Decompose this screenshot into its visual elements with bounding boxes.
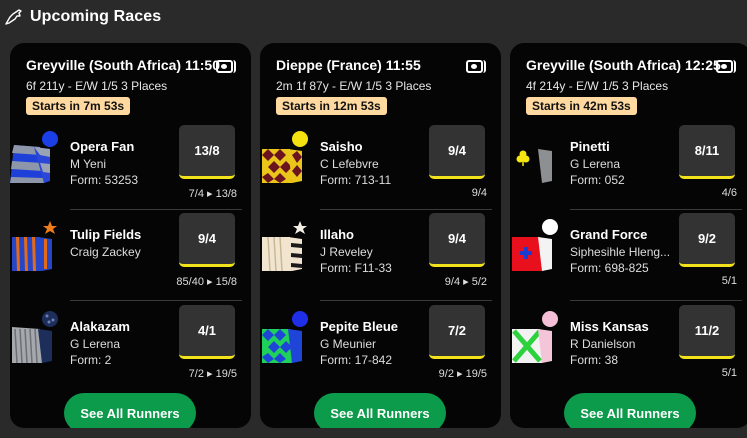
live-stream-icon[interactable]: [216, 60, 236, 73]
odds-button[interactable]: 11/2: [679, 305, 735, 359]
race-card[interactable]: Greyville (South Africa) 11:50 6f 211y -…: [10, 43, 251, 428]
jockey-name: C Lefebvre: [320, 157, 379, 171]
see-all-runners-button[interactable]: See All Runners: [314, 393, 446, 428]
jockey-silk-icon: [262, 311, 308, 363]
odds-button[interactable]: 4/1: [179, 305, 235, 359]
runner-form: Form: 052: [570, 173, 625, 187]
odds-history: 4/6: [721, 187, 737, 199]
runner-row[interactable]: Grand Force Siphesihle Hleng... Form: 69…: [510, 211, 747, 297]
starts-in-badge: Starts in 7m 53s: [26, 97, 131, 115]
odds-button[interactable]: 9/4: [179, 213, 235, 267]
runner-row[interactable]: Saisho C Lefebvre Form: 713-11 9/4 9/4: [260, 123, 501, 209]
divider: [320, 209, 492, 210]
runner-name: Saisho: [320, 139, 363, 154]
divider: [70, 300, 242, 301]
live-stream-icon[interactable]: [466, 60, 486, 73]
starts-in-badge: Starts in 12m 53s: [276, 97, 387, 115]
runner-form: Form: 713-11: [320, 173, 392, 187]
odds-history: 7/2 ▸ 19/5: [188, 368, 237, 380]
race-info: 4f 214y - E/W 1/5 3 Places: [526, 79, 669, 93]
odds-history: 9/4: [471, 187, 487, 199]
divider: [570, 300, 742, 301]
see-all-runners-button[interactable]: See All Runners: [564, 393, 696, 428]
odds-history: 5/1: [721, 275, 737, 287]
jockey-name: Craig Zackey: [70, 245, 141, 259]
races-carousel: Greyville (South Africa) 11:50 6f 211y -…: [0, 43, 747, 438]
jockey-silk-icon: [12, 311, 58, 364]
jockey-silk-icon: [10, 131, 58, 183]
race-title[interactable]: Greyville (South Africa) 11:50: [26, 57, 220, 73]
odds-history: 85/40 ▸ 15/8: [176, 276, 237, 288]
runner-row[interactable]: Pepite Bleue G Meunier Form: 17-842 7/2 …: [260, 303, 501, 389]
jockey-silk-icon: [262, 131, 308, 183]
jockey-name: J Reveley: [320, 245, 373, 259]
runner-row[interactable]: Tulip Fields Craig Zackey 9/4 85/40 ▸ 15…: [10, 211, 251, 297]
race-info: 2m 1f 87y - E/W 1/5 3 Places: [276, 79, 432, 93]
odds-button[interactable]: 9/4: [429, 213, 485, 267]
odds-history: 5/1: [721, 367, 737, 379]
odds-history: 7/4 ▸ 13/8: [188, 188, 237, 200]
runner-name: Illaho: [320, 227, 354, 242]
runner-name: Pinetti: [570, 139, 610, 154]
runner-name: Pepite Bleue: [320, 319, 399, 334]
runner-form: Form: 17-842: [320, 353, 393, 367]
runner-name: Tulip Fields: [70, 227, 142, 242]
race-card[interactable]: Greyville (South Africa) 12:25 4f 214y -…: [510, 43, 747, 428]
odds-button[interactable]: 7/2: [429, 305, 485, 359]
runner-form: Form: F11-33: [320, 261, 392, 275]
runner-name: Miss Kansas: [570, 319, 649, 334]
jockey-name: M Yeni: [70, 157, 107, 171]
section-title: Upcoming Races: [30, 8, 162, 25]
jockey-silk-icon: [512, 219, 558, 271]
divider: [70, 209, 242, 210]
odds-button[interactable]: 9/2: [679, 213, 735, 267]
runner-row[interactable]: Illaho J Reveley Form: F11-33 9/4 9/4 ▸ …: [260, 211, 501, 297]
race-info: 6f 211y - E/W 1/5 3 Places: [26, 79, 168, 93]
odds-history: 9/2 ▸ 19/5: [438, 368, 487, 380]
section-header: Upcoming Races: [0, 0, 747, 34]
race-card[interactable]: Dieppe (France) 11:55 2m 1f 87y - E/W 1/…: [260, 43, 501, 428]
runner-row[interactable]: Alakazam G Lerena Form: 2 4/1 7/2 ▸ 19/5: [10, 303, 251, 389]
runner-form: Form: 53253: [70, 173, 139, 187]
jockey-name: G Lerena: [70, 337, 121, 351]
runner-row[interactable]: Opera Fan M Yeni Form: 53253 13/8 7/4 ▸ …: [10, 123, 251, 209]
starts-in-badge: Starts in 42m 53s: [526, 97, 637, 115]
runner-name: Opera Fan: [70, 139, 135, 154]
jockey-name: R Danielson: [570, 337, 636, 351]
live-stream-icon[interactable]: [716, 60, 736, 73]
divider: [320, 300, 492, 301]
runner-form: Form: 38: [570, 353, 619, 367]
runner-row[interactable]: Pinetti G Lerena Form: 052 8/11 4/6: [510, 123, 747, 209]
runner-name: Grand Force: [570, 227, 648, 242]
jockey-silk-icon: [512, 149, 552, 183]
runner-name: Alakazam: [70, 319, 130, 334]
horse-racing-icon: [5, 9, 22, 25]
jockey-silk-icon: [262, 221, 307, 272]
jockey-name: Siphesihle Hleng...: [570, 245, 671, 259]
jockey-name: G Meunier: [320, 337, 377, 351]
runner-form: Form: 2: [70, 353, 112, 367]
race-title[interactable]: Greyville (South Africa) 12:25: [526, 57, 721, 73]
odds-button[interactable]: 8/11: [679, 125, 735, 179]
divider: [570, 209, 742, 210]
odds-button[interactable]: 13/8: [179, 125, 235, 179]
runner-form: Form: 698-825: [570, 261, 649, 275]
odds-history: 9/4 ▸ 5/2: [444, 276, 487, 288]
jockey-silk-icon: [512, 311, 558, 363]
see-all-runners-button[interactable]: See All Runners: [64, 393, 196, 428]
odds-button[interactable]: 9/4: [429, 125, 485, 179]
runner-row[interactable]: Miss Kansas R Danielson Form: 38 11/2 5/…: [510, 303, 747, 389]
jockey-silk-icon: [12, 221, 57, 271]
race-title[interactable]: Dieppe (France) 11:55: [276, 57, 421, 73]
jockey-name: G Lerena: [570, 157, 621, 171]
